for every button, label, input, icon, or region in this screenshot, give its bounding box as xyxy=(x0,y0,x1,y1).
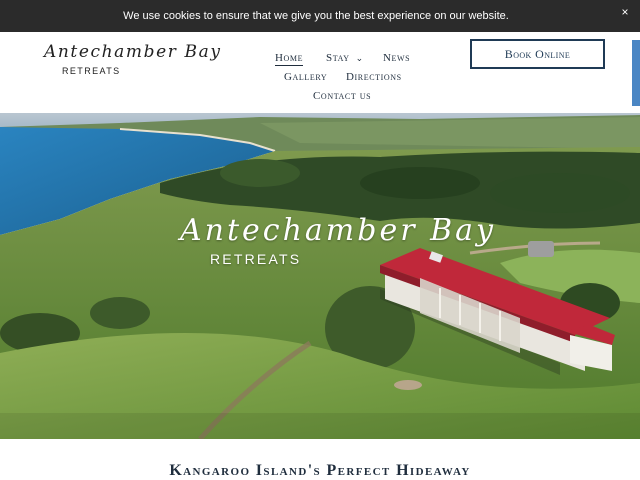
aerial-landscape-image xyxy=(0,113,640,439)
chevron-down-icon: ⌄ xyxy=(355,53,364,63)
logo-script-text: Antechamber Bay xyxy=(44,42,222,62)
nav-directions[interactable]: Directions xyxy=(346,71,402,83)
site-header: Antechamber Bay RETREATS Home Stay ⌄ News… xyxy=(0,32,640,113)
site-logo[interactable]: Antechamber Bay RETREATS xyxy=(44,42,220,80)
logo-subtitle: RETREATS xyxy=(62,66,121,76)
hero-subtitle: RETREATS xyxy=(210,251,302,267)
cookie-close-icon[interactable]: × xyxy=(618,5,632,19)
hero-image: Antechamber Bay RETREATS xyxy=(0,113,640,439)
book-online-button[interactable]: Book Online xyxy=(470,39,605,69)
nav-home[interactable]: Home xyxy=(275,52,304,66)
main-nav: Home Stay ⌄ News Gallery Directions Conta… xyxy=(255,46,455,116)
cookie-banner: We use cookies to ensure that we give yo… xyxy=(0,0,640,32)
page-tagline: Kangaroo Island's Perfect Hideaway xyxy=(169,462,471,479)
nav-news[interactable]: News xyxy=(383,52,410,64)
nav-stay-label: Stay xyxy=(326,52,350,64)
nav-gallery[interactable]: Gallery xyxy=(284,71,327,83)
nav-contact[interactable]: Contact us xyxy=(313,90,371,102)
nav-stay[interactable]: Stay ⌄ xyxy=(326,52,364,64)
header-edge-accent xyxy=(632,40,640,106)
hero-title: Antechamber Bay xyxy=(180,213,496,248)
cookie-message: We use cookies to ensure that we give yo… xyxy=(123,10,509,22)
